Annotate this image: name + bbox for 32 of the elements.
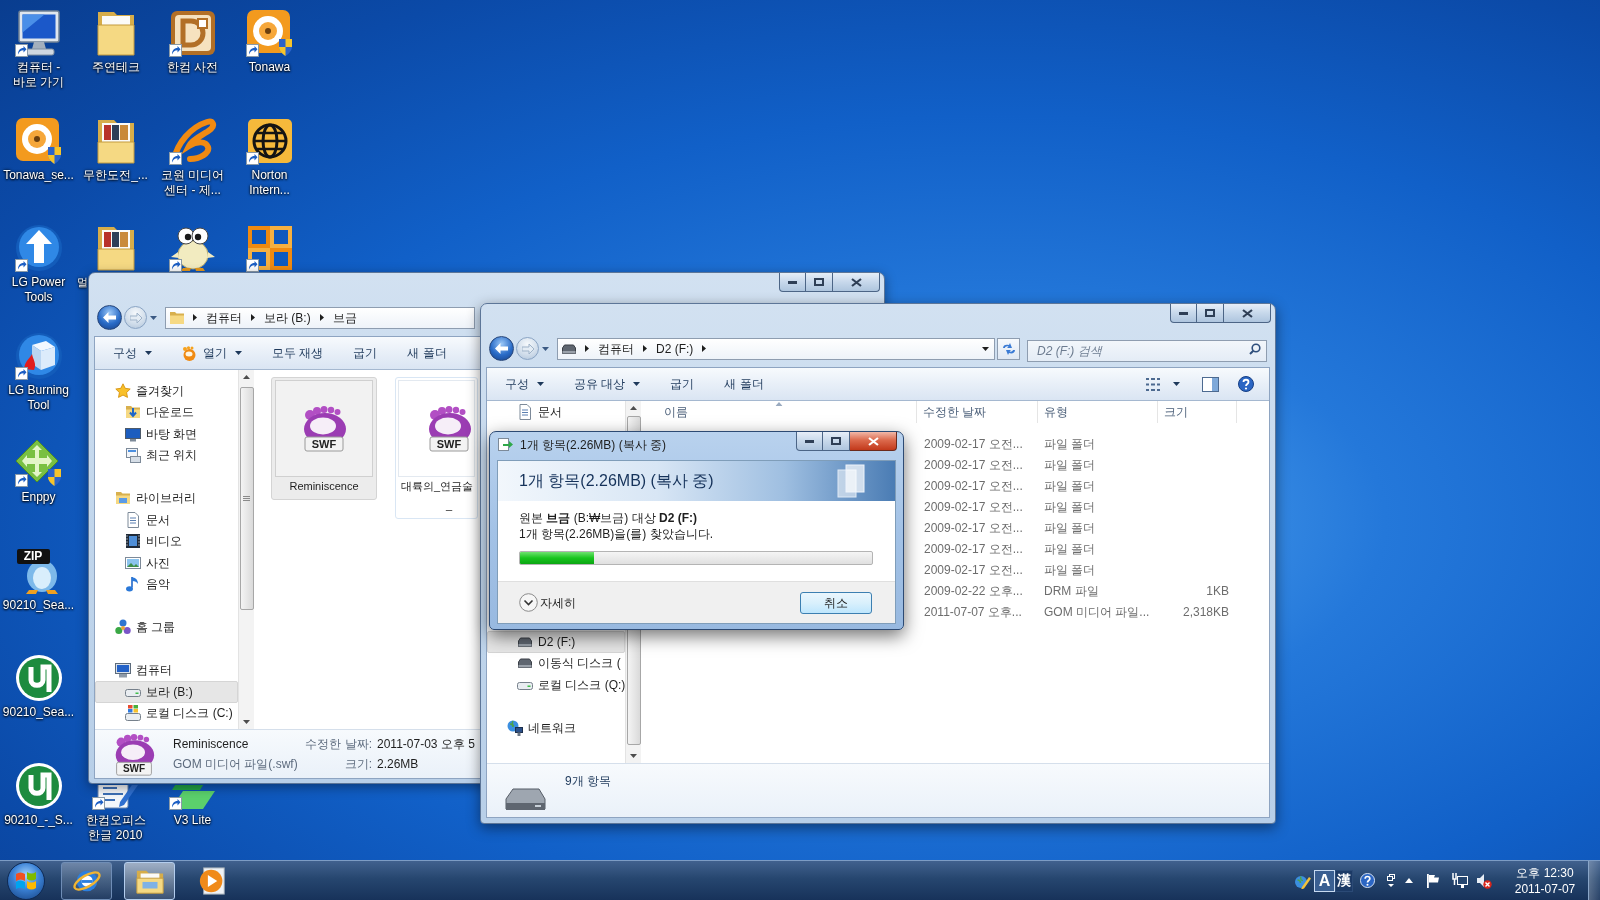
date-cell-text: 2009-02-17 오전... [923, 498, 1024, 516]
date-cell-text: 2009-02-22 오후... [923, 582, 1024, 600]
type-cell-text: 파일 폴더 [1043, 435, 1097, 453]
date-cell-text: 2009-02-17 오전... [923, 435, 1024, 453]
status-text: 1개 항목(2.26MB)을(를) 찾았습니다. [519, 526, 714, 542]
size-cell-text: 1KB [1205, 582, 1230, 600]
copy-route-text: 원본 브금 (B:₩브금) 대상 D2 (F:) [519, 510, 698, 526]
type-cell-text: 파일 폴더 [1043, 477, 1097, 495]
field-label: 수정한 날짜: [304, 736, 372, 753]
size-cell-text: 2,318KB [1181, 603, 1230, 621]
date-cell-text: 2009-02-17 오전... [923, 519, 1024, 537]
file-name: Reminiscence [173, 736, 250, 753]
type-cell-text: DRM 파일 [1043, 582, 1100, 600]
field-value: 2011-07-03 오후 5 [377, 736, 475, 753]
date-cell-text: 2009-02-17 오전... [923, 540, 1024, 558]
dialog-heading: 1개 항목(2.26MB) (복사 중) [519, 471, 714, 491]
field-value: 2.26MB [377, 755, 420, 773]
type-cell-text: GOM 미디어 파일... [1043, 603, 1151, 621]
date-cell-text: 2009-02-17 오전... [923, 456, 1024, 474]
type-cell-text: 파일 폴더 [1043, 561, 1097, 579]
type-cell-text: 파일 폴더 [1043, 540, 1097, 558]
icon-label: 멀 [77, 275, 88, 290]
field-label: 크기: [343, 755, 372, 773]
type-cell-text: 파일 폴더 [1043, 498, 1097, 516]
date-cell-text: 2011-07-07 오후... [923, 603, 1023, 621]
window-title: 1개 항목(2.26MB) (복사 중) [520, 438, 666, 452]
date-cell-text: 2009-02-17 오전... [923, 561, 1024, 579]
type-cell-text: 파일 폴더 [1043, 519, 1097, 537]
date-cell-text: 2009-02-17 오전... [923, 477, 1024, 495]
file-type: GOM 미디어 파일(.swf) [173, 755, 299, 773]
item-count: 9개 항목 [565, 773, 611, 789]
type-cell-text: 파일 폴더 [1043, 456, 1097, 474]
